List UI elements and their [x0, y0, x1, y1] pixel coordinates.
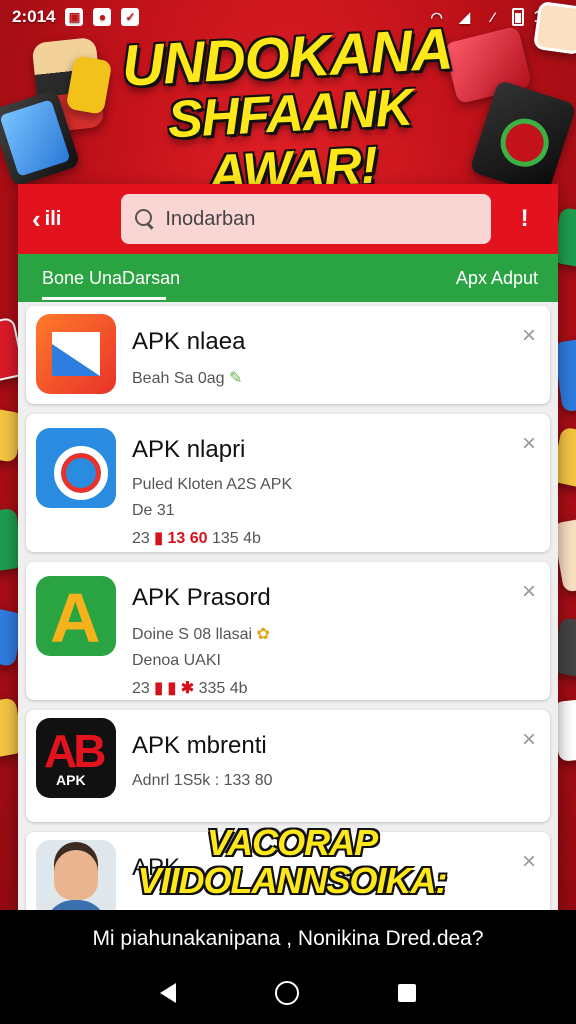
app-icon: AB APK: [36, 718, 116, 798]
gallery-icon: ▣: [65, 8, 84, 26]
item-title: APK nlaea: [132, 328, 246, 355]
no-signal-icon: ⁄: [491, 9, 494, 25]
stats-post: 135 4b: [207, 530, 261, 547]
item-title: APK Prasord: [132, 584, 271, 611]
back-label: ili: [44, 207, 62, 230]
item-stats: 23 ▮ 13 60 135 4b: [132, 528, 292, 548]
overlay-caption: VACORAP VIIDOLANNSOIKA:: [132, 824, 452, 900]
chevron-left-icon: ‹: [32, 204, 41, 234]
app-bar: ‹ ili Inodarban !: [18, 184, 558, 254]
item-subtitle: Denoa UAKI: [132, 652, 221, 669]
back-triangle-icon[interactable]: [159, 983, 176, 1003]
item-subtitle: Puled Kloten A2S APK: [132, 476, 293, 493]
check-icon: ✓: [121, 8, 140, 26]
ab-logo-icon: AB: [44, 725, 106, 777]
gift-icon: ▮ ▮ ✱: [154, 680, 195, 697]
app-icon: [36, 576, 116, 656]
leaf-icon: ✎: [228, 370, 243, 387]
close-icon[interactable]: ×: [522, 432, 536, 456]
list-item[interactable]: APK nlaea Beah Sa 0ag ✎ ×: [26, 306, 550, 404]
item-text: APK mbrenti Adnrl 1S5k : 133 80: [132, 718, 273, 814]
headline: UNDOKANA SHFAANK AWAR!: [96, 16, 484, 208]
stats-pre: 23: [132, 680, 155, 697]
subtitle-bar: Mi piahunakanipana , Nonikina Dred.dea?: [0, 910, 576, 968]
gift-icon: ▮: [154, 530, 168, 547]
app-window: ‹ ili Inodarban ! Bone UnaDarsan Apx Adp…: [18, 184, 558, 914]
tab-bar: Bone UnaDarsan Apx Adput: [18, 254, 558, 302]
item-subtitle: De 31: [132, 502, 175, 519]
stats-pre: 23: [132, 530, 155, 547]
overlay-line2: VIIDOLANNSOIKA:: [137, 860, 448, 901]
app-icon: [36, 840, 116, 914]
close-icon[interactable]: ×: [522, 580, 536, 604]
app-icon: [36, 314, 116, 394]
apk-logo-icon: APK: [56, 772, 86, 788]
status-time: 2:014: [12, 7, 56, 26]
recents-square-icon[interactable]: [398, 984, 417, 1002]
search-input[interactable]: Inodarban: [121, 194, 492, 244]
stats-highlight: 13 60: [167, 530, 208, 547]
item-subtitle: Doine S 08 llasai ✿: [132, 624, 271, 644]
badge-icon: ✿: [256, 626, 270, 643]
search-text: Inodarban: [165, 207, 256, 230]
alert-button[interactable]: !: [505, 205, 544, 233]
item-text: APK nlapri Puled Kloten A2S APK De 31 23…: [132, 422, 293, 547]
item-subtitle-text: Doine S 08 llasai: [132, 626, 253, 643]
tab-left[interactable]: Bone UnaDarsan: [42, 268, 180, 289]
overlay-line1: VACORAP: [206, 822, 378, 863]
back-button[interactable]: ‹ ili: [32, 206, 121, 232]
list-item[interactable]: APK nlapri Puled Kloten A2S APK De 31 23…: [26, 414, 550, 552]
close-icon[interactable]: ×: [522, 728, 536, 752]
home-circle-icon[interactable]: [274, 981, 299, 1005]
list-item[interactable]: APK Prasord Doine S 08 llasai ✿ Denoa UA…: [26, 562, 550, 700]
navigation-bar: [0, 962, 576, 1024]
notification-icon: ●: [93, 8, 112, 26]
avatar-image: [532, 0, 576, 56]
status-left: 2:014 ▣ ● ✓: [12, 7, 140, 27]
item-text: APK Prasord Doine S 08 llasai ✿ Denoa UA…: [132, 570, 271, 697]
item-subtitle-text: Beah Sa 0ag: [132, 370, 225, 387]
stats-post: 335 4b: [194, 680, 248, 697]
close-icon[interactable]: ×: [522, 850, 536, 874]
search-icon: [135, 209, 155, 229]
app-icon: [36, 428, 116, 508]
close-icon[interactable]: ×: [522, 324, 536, 348]
item-subtitle: Beah Sa 0ag ✎: [132, 368, 245, 388]
item-stats: 23 ▮ ▮ ✱ 335 4b: [132, 678, 271, 698]
item-title: APK mbrenti: [132, 732, 267, 759]
item-subtitle: Adnrl 1S5k : 133 80: [132, 772, 273, 789]
tab-right[interactable]: Apx Adput: [456, 268, 538, 289]
item-text: APK nlaea Beah Sa 0ag ✎: [132, 314, 245, 396]
list-item[interactable]: AB APK APK mbrenti Adnrl 1S5k : 133 80 ×: [26, 710, 550, 822]
item-title: APK nlapri: [132, 436, 246, 463]
battery-icon: [511, 8, 524, 26]
